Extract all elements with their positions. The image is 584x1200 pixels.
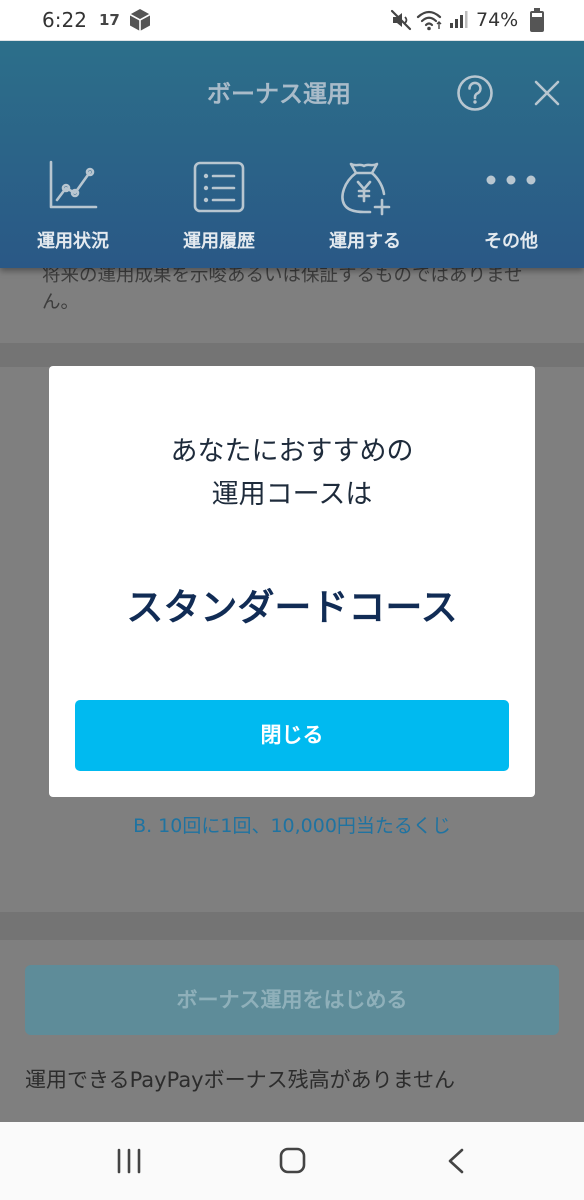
back-icon[interactable] bbox=[444, 1146, 468, 1176]
system-nav-bar bbox=[0, 1122, 584, 1200]
recent-apps-icon[interactable] bbox=[112, 1146, 146, 1176]
mute-icon bbox=[390, 9, 412, 31]
battery-icon bbox=[530, 8, 544, 32]
battery-percent: 74% bbox=[476, 9, 519, 31]
package-icon bbox=[129, 9, 151, 31]
home-icon[interactable] bbox=[278, 1146, 308, 1176]
dialog-lead-line: あなたにおすすめの bbox=[170, 436, 414, 467]
wifi-icon bbox=[416, 10, 442, 31]
status-bar: 6:22 17 74% bbox=[0, 0, 584, 41]
notification-indicator: 17 bbox=[99, 11, 120, 29]
recommendation-dialog: あなたにおすすめの 運用コースは スタンダードコース 閉じる bbox=[49, 366, 535, 797]
status-time: 6:22 bbox=[42, 8, 87, 32]
dialog-lead-line: 運用コースは bbox=[211, 479, 373, 510]
dialog-close-button[interactable]: 閉じる bbox=[75, 700, 509, 771]
recommended-course-name: スタンダードコース bbox=[126, 586, 458, 629]
signal-icon bbox=[450, 11, 468, 28]
battery-level-fill bbox=[532, 17, 542, 30]
